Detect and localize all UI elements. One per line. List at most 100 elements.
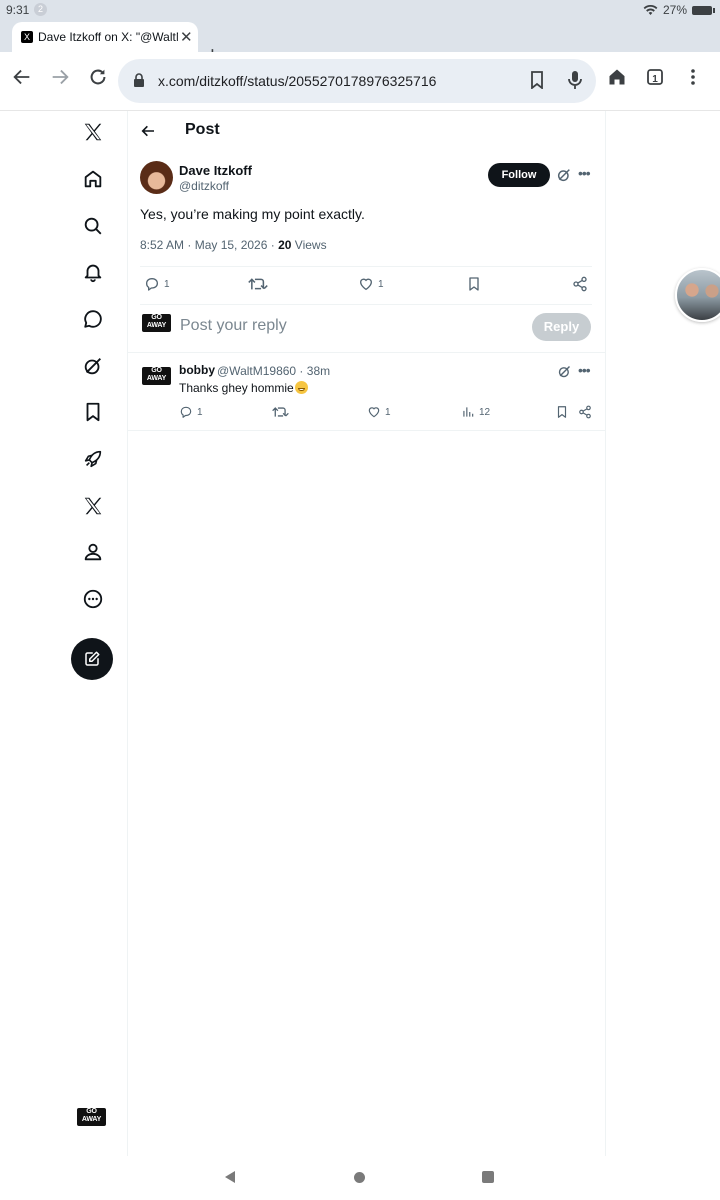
divider — [128, 430, 605, 431]
bookmark-action[interactable] — [555, 405, 569, 419]
more-circle-icon[interactable] — [80, 586, 106, 612]
views-label: Views — [294, 238, 327, 252]
chat-bubble-avatar[interactable] — [675, 268, 720, 322]
composer-avatar-text: GO AWAY — [146, 314, 167, 329]
reply-author-meta[interactable]: @WaltM19860 · 38m — [217, 364, 330, 378]
compose-post-button[interactable] — [71, 638, 113, 680]
like-action[interactable]: 1 — [358, 276, 384, 292]
status-icons: 27% — [643, 3, 715, 17]
battery-icon — [692, 5, 715, 15]
reply-action[interactable]: 1 — [144, 276, 170, 292]
browser-tab[interactable]: X Dave Itzkoff on X: "@WaltM1 ✕ — [12, 22, 198, 52]
notification-badge: 2 — [34, 3, 47, 16]
reply-count: 1 — [164, 278, 170, 290]
reply-button[interactable]: Reply — [532, 313, 591, 341]
reply-count: 1 — [197, 406, 203, 418]
url-text[interactable]: x.com/ditzkoff/status/205527017897632571… — [158, 73, 436, 89]
x-premium-icon[interactable] — [80, 493, 106, 519]
system-home-icon[interactable] — [354, 1172, 365, 1183]
notifications-bell-icon[interactable] — [80, 259, 106, 285]
lock-icon — [134, 73, 144, 87]
reply-author-avatar-text: GO AWAY — [146, 367, 167, 382]
repost-action[interactable] — [272, 405, 289, 419]
more-options-icon[interactable]: ••• — [578, 165, 591, 181]
home-nav-icon[interactable] — [80, 166, 106, 192]
post-header: Post — [128, 111, 605, 151]
post-text: Yes, you’re making my point exactly. — [140, 206, 365, 222]
share-action[interactable] — [572, 276, 588, 292]
divider — [140, 266, 592, 267]
more-options-icon[interactable]: ••• — [578, 362, 591, 378]
x-logo-icon[interactable] — [80, 119, 106, 145]
composer-avatar: GO AWAY — [142, 314, 171, 332]
share-action[interactable] — [578, 405, 592, 419]
post-meta: 8:52 AM · May 15, 2026 · 20 Views — [140, 238, 327, 252]
reply-icon — [180, 406, 192, 418]
bookmark-action[interactable] — [466, 276, 482, 292]
account-avatar[interactable]: GO AWAY — [77, 1108, 106, 1126]
analytics-bars-icon — [463, 407, 474, 417]
microphone-icon[interactable] — [568, 70, 582, 90]
x-nav-rail: GO AWAY — [60, 111, 126, 1156]
reply-icon — [146, 278, 158, 291]
reply-author-name[interactable]: bobby — [179, 363, 215, 377]
reply-action[interactable]: 1 — [179, 405, 203, 419]
tab-switcher-button[interactable]: 1 — [641, 66, 669, 94]
like-count: 1 — [378, 278, 384, 290]
like-action[interactable]: 1 — [367, 405, 391, 419]
grok-icon[interactable] — [556, 167, 572, 183]
bookmark-page-icon[interactable] — [530, 71, 544, 89]
search-icon[interactable] — [80, 213, 106, 239]
reply-text-body: Thanks ghey hommie — [179, 381, 294, 395]
reload-icon[interactable] — [84, 66, 112, 94]
repost-icon — [248, 278, 268, 290]
profile-icon[interactable] — [80, 539, 106, 565]
address-bar[interactable]: x.com/ditzkoff/status/205527017897632571… — [118, 59, 596, 103]
bookmark-icon — [557, 406, 567, 418]
grok-icon[interactable] — [80, 353, 106, 379]
grok-icon[interactable] — [557, 364, 572, 379]
menu-kebab-icon[interactable] — [679, 66, 707, 94]
reply-text: Thanks ghey hommie — [179, 381, 308, 395]
author-name[interactable]: Dave Itzkoff — [179, 163, 252, 178]
column-divider-right — [605, 111, 606, 1156]
column-divider-left — [127, 111, 128, 1156]
views-count: 12 — [479, 406, 491, 418]
views-count: 20 — [278, 238, 292, 252]
author-avatar[interactable] — [140, 161, 173, 194]
reply-input[interactable]: Post your reply — [180, 317, 287, 335]
post-timestamp[interactable]: 8:52 AM · May 15, 2026 · — [140, 238, 278, 252]
back-arrow-icon[interactable] — [8, 66, 36, 94]
system-back-icon[interactable] — [225, 1171, 235, 1183]
divider — [140, 304, 592, 305]
clock: 9:31 — [6, 3, 30, 17]
tab-title: Dave Itzkoff on X: "@WaltM1 — [38, 30, 178, 44]
share-icon — [573, 276, 587, 292]
system-status-bar: 9:31 2 27% — [0, 0, 720, 20]
author-handle[interactable]: @ditzkoff — [179, 179, 229, 193]
compose-icon — [85, 651, 100, 666]
browser-tab-strip: X Dave Itzkoff on X: "@WaltM1 ✕ + — [0, 20, 720, 67]
system-navigation-bar — [0, 1156, 720, 1200]
messages-icon[interactable] — [80, 306, 106, 332]
repost-action[interactable] — [248, 276, 268, 292]
heart-icon — [359, 278, 373, 291]
heart-icon — [368, 407, 380, 418]
back-arrow-icon[interactable] — [140, 123, 156, 139]
share-icon — [579, 405, 591, 419]
post-actions: 1 1 — [140, 274, 592, 298]
home-icon[interactable] — [603, 66, 631, 94]
rocket-icon[interactable] — [80, 446, 106, 472]
forward-arrow-icon[interactable] — [46, 66, 74, 94]
views-action[interactable]: 12 — [461, 405, 490, 419]
reply-author-avatar[interactable]: GO AWAY — [142, 367, 171, 385]
close-tab-icon[interactable]: ✕ — [180, 28, 193, 46]
repost-icon — [272, 407, 289, 417]
page-title: Post — [185, 121, 220, 138]
battery-percent: 27% — [662, 3, 687, 17]
follow-button[interactable]: Follow — [488, 163, 550, 187]
system-recents-icon[interactable] — [482, 1171, 494, 1183]
divider — [128, 352, 605, 353]
bookmarks-icon[interactable] — [80, 399, 106, 425]
account-avatar-text: GO AWAY — [81, 1108, 102, 1123]
